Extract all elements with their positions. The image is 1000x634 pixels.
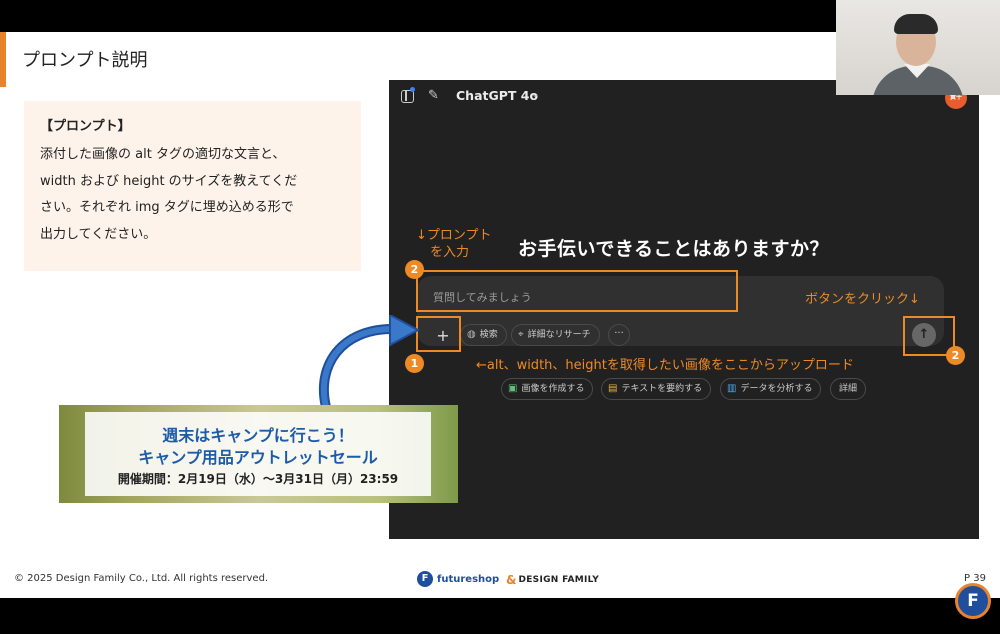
presentation-slide: プロンプト説明 【プロンプト】 添付した画像の alt タグの適切な文言と、 w…	[0, 32, 1000, 598]
banner-subheadline: キャンプ用品アウトレットセール	[138, 448, 378, 467]
prompt-line: width および height のサイズを教えてくだ	[40, 173, 298, 189]
prompt-heading: 【プロンプト】	[40, 119, 131, 134]
letterbox-bottom	[0, 598, 1000, 634]
suggestion-label: 画像を作成する	[521, 384, 585, 394]
deep-research-button[interactable]: ⌖ 詳細なリサーチ	[511, 324, 600, 346]
futureshop-mark-icon: F	[417, 571, 433, 587]
presenter-webcam	[836, 0, 1000, 95]
suggestion-summarize[interactable]: ▤ テキストを要約する	[601, 378, 712, 400]
research-label: 詳細なリサーチ	[527, 330, 591, 340]
model-selector[interactable]: ChatGPT 4o	[456, 88, 538, 103]
slide-title: プロンプト説明	[22, 50, 148, 71]
suggestion-label: データを分析する	[740, 384, 813, 394]
prompt-box: 【プロンプト】 添付した画像の alt タグの適切な文言と、 width および…	[24, 101, 361, 271]
curved-arrow-icon	[318, 315, 421, 412]
annotation-send: ボタンをクリック↓	[805, 292, 920, 307]
new-chat-icon[interactable]: ✎	[428, 89, 442, 103]
highlight-plus-frame	[416, 316, 461, 352]
futureshop-corner-logo-icon: F	[955, 583, 991, 619]
prompt-line: さい。それぞれ img タグに埋め込める形で	[40, 200, 294, 215]
futureshop-logo-text: futureshop	[437, 573, 500, 585]
telescope-icon: ⌖	[518, 329, 524, 340]
step-badge: 2	[946, 346, 965, 365]
presenter-hair	[894, 14, 938, 34]
prompt-line: 添付した画像の alt タグの適切な文言と、	[40, 147, 286, 162]
banner-headline: 週末はキャンプに行こう！	[162, 426, 354, 445]
suggestion-label: テキストを要約する	[621, 384, 703, 394]
search-label: 検索	[479, 330, 498, 340]
globe-icon: ◍	[467, 329, 476, 340]
notification-dot	[410, 87, 415, 92]
bar-chart-icon: ▥	[727, 383, 737, 394]
suggestion-more[interactable]: 詳細	[830, 378, 867, 400]
suggestion-analyze[interactable]: ▥ データを分析する	[720, 378, 822, 400]
title-accent-bar	[0, 32, 6, 87]
chevron-down-icon[interactable]: ⌄	[531, 89, 539, 100]
ampersand-icon: &	[506, 573, 517, 587]
prompt-line: 出力してください。	[40, 226, 157, 242]
suggestion-label: 詳細	[839, 384, 858, 394]
suggestion-create-image[interactable]: ▣ 画像を作成する	[501, 378, 594, 400]
more-tools-button[interactable]: ···	[608, 324, 630, 346]
document-icon: ▤	[608, 383, 618, 394]
highlight-input-frame	[416, 270, 738, 312]
image-icon: ▣	[508, 383, 518, 394]
chat-headline: お手伝いできることはありますか？	[518, 238, 830, 260]
copyright: © 2025 Design Family Co., Ltd. All right…	[14, 573, 269, 584]
banner-period: 開催期間：2月19日（水）〜3月31日（月）23:59	[117, 472, 399, 486]
annotation-prompt-2: を入力	[430, 245, 470, 260]
designfamily-logo: & DESIGN FAMILY	[506, 573, 599, 587]
search-button[interactable]: ◍ 検索	[460, 324, 507, 346]
step-badge: 2	[405, 260, 424, 279]
designfamily-logo-text: DESIGN FAMILY	[518, 575, 600, 585]
annotation-upload: ←alt、width、heightを取得したい画像をここからアップロード	[476, 358, 854, 373]
futureshop-logo: F futureshop	[417, 571, 499, 587]
